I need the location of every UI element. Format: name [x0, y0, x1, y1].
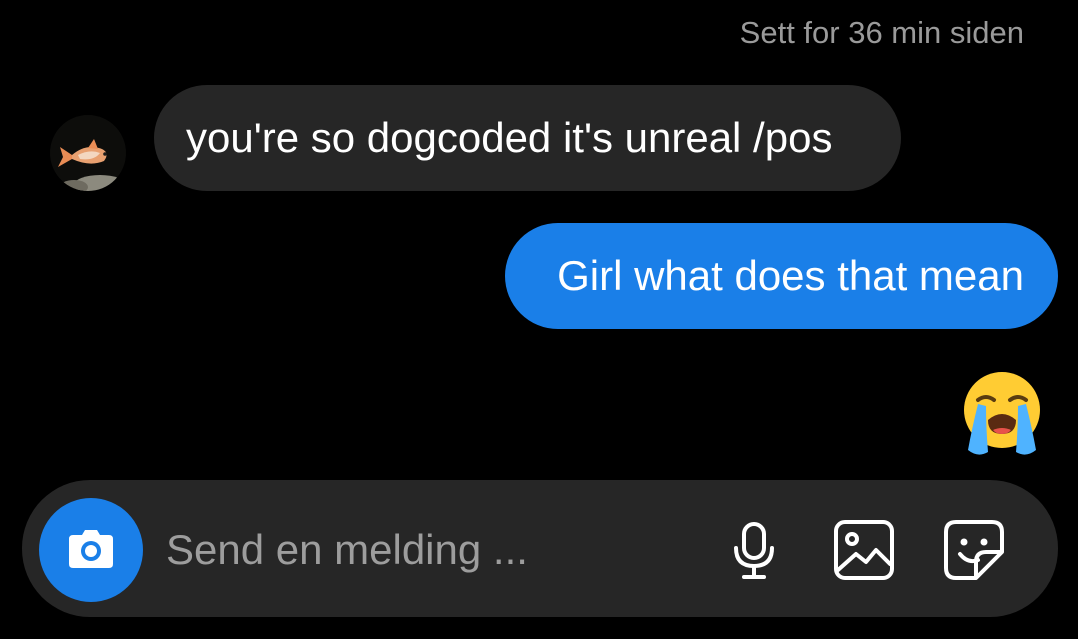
sticker-icon: [944, 520, 1004, 580]
microphone-button[interactable]: [720, 516, 788, 584]
sticker-button[interactable]: [940, 516, 1008, 584]
goldfish-avatar-image: [50, 115, 126, 191]
loudly-crying-face-icon[interactable]: [956, 368, 1048, 460]
microphone-icon: [734, 522, 774, 579]
gallery-button[interactable]: [830, 516, 898, 584]
camera-button[interactable]: [39, 498, 143, 602]
outgoing-message-bubble[interactable]: Girl what does that mean: [505, 223, 1058, 329]
incoming-message-bubble[interactable]: you're so dogcoded it's unreal /pos: [154, 85, 901, 191]
message-composer: [22, 480, 1058, 617]
message-input[interactable]: [164, 513, 688, 587]
avatar[interactable]: [50, 115, 126, 191]
seen-status: Sett for 36 min siden: [739, 15, 1024, 50]
camera-icon: [69, 530, 113, 568]
image-icon: [834, 520, 894, 580]
